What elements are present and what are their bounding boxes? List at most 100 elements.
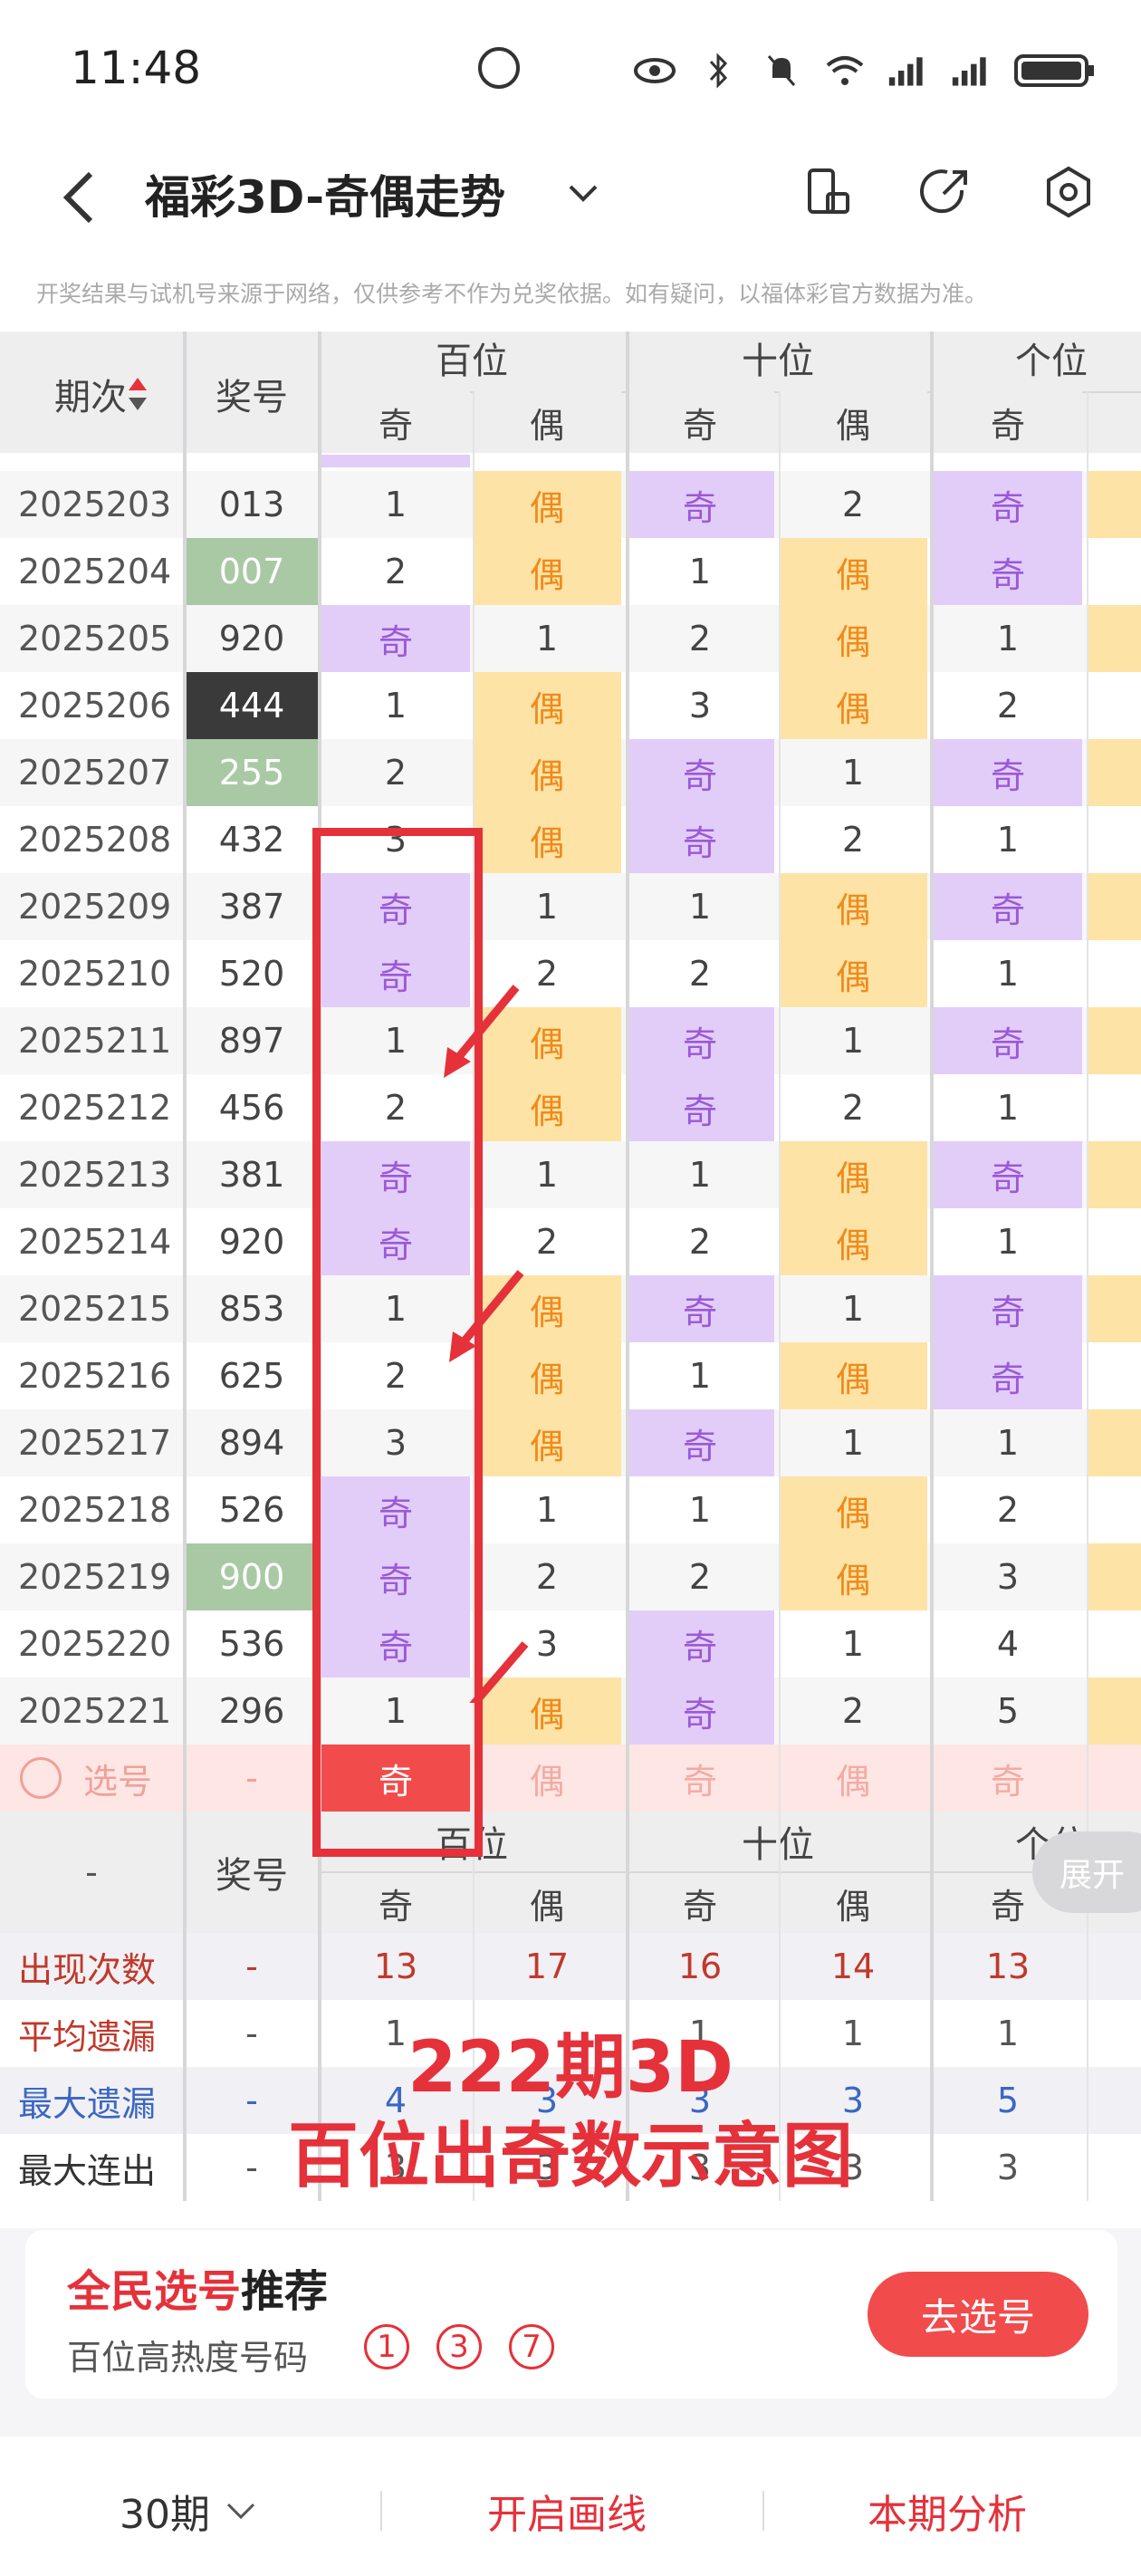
trend-cell: 偶 — [473, 806, 621, 873]
number-cell: 894 — [218, 1423, 285, 1463]
units-even-sliver — [1087, 672, 1141, 739]
analysis-button[interactable]: 本期分析 — [868, 2482, 1027, 2540]
select-cell[interactable]: 奇 — [626, 1745, 774, 1812]
units-even-sliver — [1087, 1409, 1141, 1476]
period-cell: 2025203 — [18, 485, 172, 524]
units-even-sliver — [1087, 1275, 1141, 1342]
trend-cell: 偶 — [779, 1208, 927, 1275]
select-radio-icon[interactable] — [20, 1757, 62, 1799]
trend-cell: 2 — [841, 1691, 865, 1731]
select-cell[interactable]: 奇 — [934, 1745, 1082, 1812]
hot-number-ball[interactable]: 3 — [436, 2324, 482, 2369]
hot-number-ball[interactable]: 7 — [509, 2324, 554, 2369]
even-subheader: 偶 — [779, 391, 927, 453]
trend-cell: 奇 — [934, 538, 1082, 605]
trend-cell: 1 — [688, 1155, 712, 1195]
number-cell: 526 — [218, 1490, 285, 1530]
trend-cell: 奇 — [626, 739, 774, 806]
units-even-sliver — [1087, 1677, 1141, 1745]
period-header-label: 期次 — [54, 377, 127, 418]
stats-value-cell: 13 — [985, 1946, 1031, 1986]
number-cell: 536 — [218, 1624, 285, 1664]
trend-cell: 1 — [535, 619, 559, 658]
rotate-screen-icon[interactable] — [799, 163, 857, 221]
app-header: 福彩3D-奇偶走势 — [0, 136, 1141, 263]
period-cell: 2025205 — [18, 619, 172, 658]
units-even-sliver — [1087, 1476, 1141, 1543]
units-even-sliver — [1087, 605, 1141, 672]
trend-cell: 奇 — [626, 1007, 774, 1074]
trend-cell: 2 — [384, 753, 408, 793]
column-divider — [930, 332, 934, 2201]
number-cell: 255 — [186, 739, 318, 806]
trend-cell: 1 — [384, 485, 408, 524]
units-even-sliver — [1087, 1543, 1141, 1610]
period-cell: 2025206 — [18, 686, 172, 726]
period-count-dropdown[interactable]: 30期 — [120, 2482, 259, 2540]
period-count-label: 30期 — [120, 2492, 210, 2538]
recommend-title-black: 推荐 — [241, 2266, 329, 2317]
number-cell: 920 — [218, 619, 285, 658]
sub-column-divider — [1087, 391, 1088, 2201]
trend-cell: 1 — [996, 820, 1020, 860]
status-icons — [634, 43, 1096, 98]
stats-value-cell: 13 — [373, 1946, 418, 1986]
go-select-button[interactable]: 去选号 — [868, 2272, 1088, 2357]
trend-table: 期次 奖号 百位 十位 个位 奇偶奇偶奇 2025203 013 1 偶奇 2 奇 20252… — [0, 332, 1141, 2228]
trend-cell: 2 — [688, 954, 712, 994]
annotation-arrows — [444, 985, 529, 1703]
chevron-down-icon[interactable] — [563, 172, 603, 212]
select-cell[interactable]: 偶 — [473, 1745, 621, 1812]
number-cell: 853 — [218, 1289, 285, 1329]
trend-cell: 奇 — [934, 471, 1082, 538]
number-cell: 296 — [218, 1691, 285, 1731]
number-cell: 444 — [186, 672, 318, 739]
select-cell[interactable]: 偶 — [779, 1745, 927, 1812]
trend-cell: 3 — [688, 686, 712, 726]
trend-cell: 1 — [688, 1490, 712, 1530]
units-even-sliver — [1087, 1141, 1141, 1208]
number-column-header: 奖号 — [216, 377, 288, 418]
number-cell: 897 — [218, 1021, 285, 1061]
share-icon[interactable] — [916, 163, 974, 221]
trend-cell: 奇 — [626, 1074, 774, 1141]
units-even-sliver — [1087, 739, 1141, 806]
period-column-header[interactable]: 期次 — [54, 368, 149, 420]
signal-icon-2 — [951, 53, 992, 89]
draw-line-button[interactable]: 开启画线 — [487, 2482, 647, 2540]
trend-cell: 4 — [996, 1624, 1020, 1664]
even-subheader: 偶 — [473, 391, 621, 453]
sort-icon — [129, 378, 147, 410]
trend-cell: 1 — [996, 1222, 1020, 1262]
recommend-title-red: 全民选号 — [67, 2266, 242, 2317]
number-cell: 900 — [186, 1543, 318, 1610]
stats-row-label: 出现次数 — [18, 1949, 157, 1990]
trend-cell: 2 — [841, 485, 865, 524]
expand-button[interactable]: 展开 — [1032, 1831, 1141, 1913]
trend-cell: 奇 — [934, 1007, 1082, 1074]
trend-cell: 奇 — [626, 1677, 774, 1745]
number-cell: 456 — [218, 1088, 285, 1128]
trend-cell: 奇 — [934, 1141, 1082, 1208]
trend-cell: 2 — [688, 1557, 712, 1597]
period-cell: 2025214 — [18, 1222, 172, 1262]
page-title[interactable]: 福彩3D-奇偶走势 — [145, 161, 505, 226]
units-even-sliver — [1087, 940, 1141, 1007]
annotation-line-1: 222期3D — [408, 2027, 734, 2109]
hot-number-ball[interactable]: 1 — [364, 2324, 409, 2369]
trend-cell: 偶 — [779, 538, 927, 605]
recommend-title: 全民选号推荐 — [67, 2255, 328, 2319]
units-even-sliver — [1087, 806, 1141, 873]
hundreds-header: 百位 — [436, 341, 508, 382]
trend-cell: 奇 — [626, 1610, 774, 1677]
trend-cell: 奇 — [934, 739, 1082, 806]
number-cell: 520 — [218, 954, 285, 994]
bluetooth-icon — [697, 53, 739, 89]
trend-cell: 5 — [996, 1691, 1020, 1731]
stats-value-cell: 14 — [830, 1946, 876, 1986]
settings-icon[interactable] — [1040, 163, 1098, 221]
trend-cell: 奇 — [626, 471, 774, 538]
back-button[interactable] — [54, 161, 109, 234]
stats-value-cell: 17 — [524, 1946, 570, 1986]
trend-cell: 偶 — [779, 1476, 927, 1543]
